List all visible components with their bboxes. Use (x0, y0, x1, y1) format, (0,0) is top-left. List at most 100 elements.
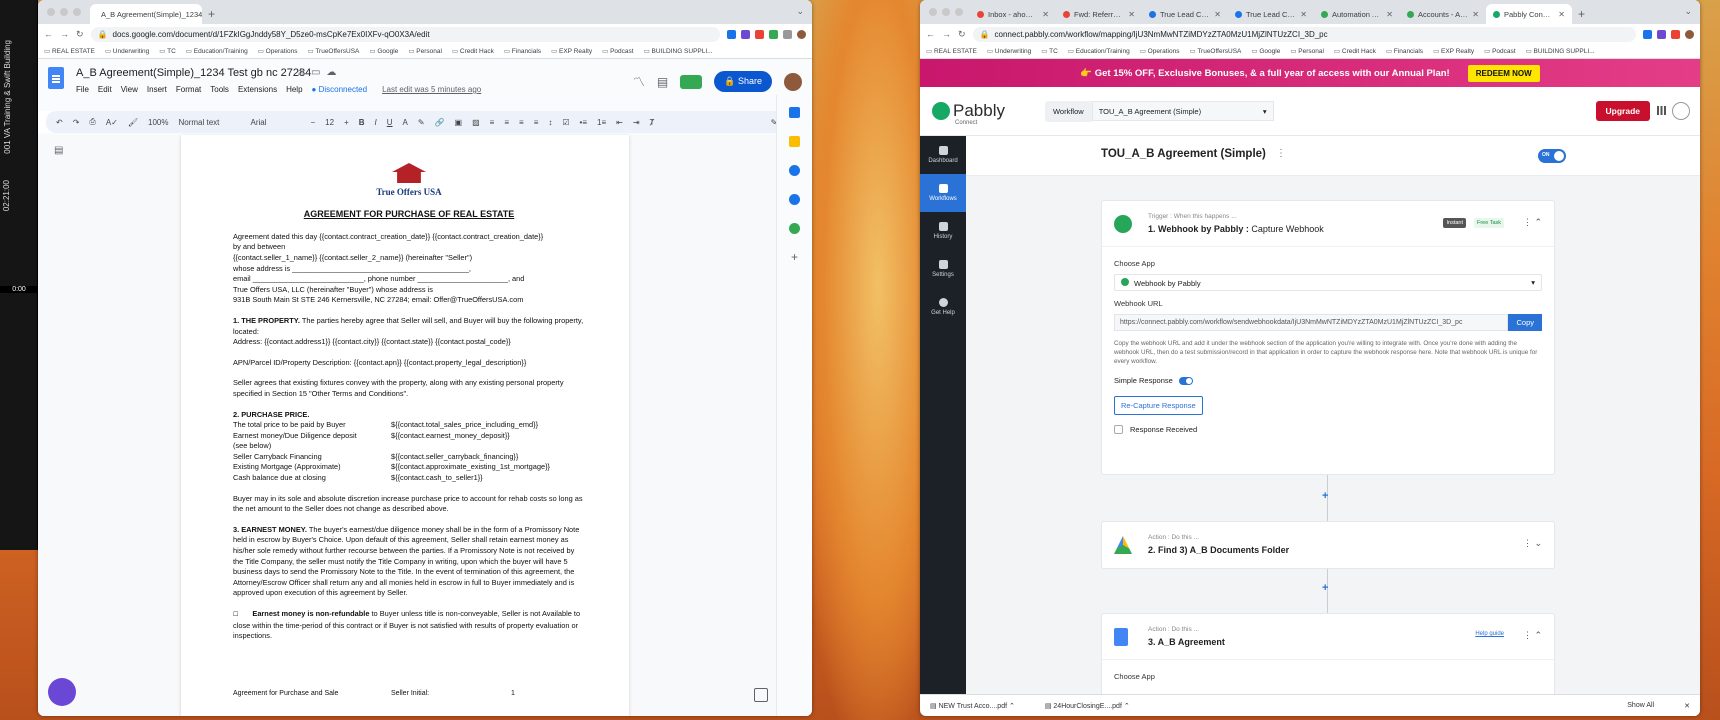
browser-tab[interactable]: Pabbly Connect ✕ (1486, 4, 1572, 24)
disconnected-status[interactable]: ● Disconnected (312, 85, 368, 94)
menu-item-edit[interactable]: Edit (98, 85, 112, 94)
document-page[interactable]: True Offers USA AGREEMENT FOR PURCHASE O… (181, 135, 629, 716)
align-left-icon[interactable]: ≡ (490, 118, 495, 127)
bold-icon[interactable]: B (359, 118, 365, 127)
browser-tab[interactable]: Fwd: Referral - ericd... ✕ (1056, 4, 1142, 24)
move-folder-icon[interactable]: ▭ (311, 67, 320, 78)
action-card-find-folder[interactable]: Action : Do this ... 2. Find 3) A_B Docu… (1101, 521, 1555, 569)
pabbly-logo[interactable]: Pabbly Connect (932, 101, 1005, 126)
undo-icon[interactable]: ↶ (56, 118, 63, 127)
indent-increase-icon[interactable]: ⇥ (633, 118, 640, 127)
bookmark-item[interactable]: ▭ Personal (1290, 47, 1324, 55)
last-edit-link[interactable]: Last edit was 5 minutes ago (382, 85, 481, 94)
menu-item-help[interactable]: Help (286, 85, 302, 94)
document-title[interactable]: A_B Agreement(Simple)_1234 Test gb nc 27… (76, 67, 311, 79)
bookmark-item[interactable]: ▭ Underwriting (105, 47, 149, 55)
extension-icon[interactable] (727, 29, 736, 39)
user-avatar[interactable] (1672, 102, 1690, 120)
bookmark-item[interactable]: ▭ Education/Training (1068, 47, 1130, 55)
redeem-now-button[interactable]: REDEEM NOW (1467, 64, 1540, 82)
highlight-icon[interactable]: ✎ (418, 118, 425, 127)
maps-icon[interactable] (789, 223, 800, 234)
activity-trend-icon[interactable]: 〽 (633, 73, 645, 90)
workflow-name[interactable]: TOU_A_B Agreement (Simple) (1101, 148, 1266, 160)
upgrade-button[interactable]: Upgrade (1595, 101, 1650, 121)
clear-format-icon[interactable]: Ⱦ (650, 118, 655, 127)
close-tab-icon[interactable]: ✕ (1386, 10, 1393, 19)
font-select[interactable]: Arial (250, 118, 300, 127)
trigger-card-header[interactable]: Trigger : When this happens ... 1. Webho… (1102, 201, 1554, 247)
bookmark-item[interactable]: ▭ Financials (504, 47, 541, 55)
download-item[interactable]: ▤ 24HourClosingE....pdf ⌃ (1045, 702, 1130, 710)
choose-app-select[interactable]: Webhook by Pabbly ▾ (1114, 274, 1542, 291)
menu-item-insert[interactable]: Insert (147, 85, 167, 94)
indent-decrease-icon[interactable]: ⇤ (616, 118, 623, 127)
browser-tab[interactable]: Automation Agreeme... ✕ (1314, 4, 1400, 24)
add-step-icon[interactable]: + (1322, 490, 1328, 502)
bullet-list-icon[interactable]: •≡ (580, 118, 587, 127)
bookmark-item[interactable]: ▭ TrueOffersUSA (307, 47, 359, 55)
action-menu-icon[interactable]: ⋮ ⌃ (1523, 630, 1542, 641)
keep-icon[interactable] (789, 136, 800, 147)
browser-tab[interactable]: Accounts - Apps ✕ (1400, 4, 1486, 24)
pabbly-url-bar[interactable]: 🔒 connect.pabbly.com/workflow/mapping/Ij… (972, 26, 1636, 42)
add-step-icon[interactable]: + (1322, 582, 1328, 594)
webhook-url-field[interactable]: https://connect.pabbly.com/workflow/send… (1114, 314, 1509, 331)
close-downloads-icon[interactable]: ✕ (1684, 702, 1690, 710)
action-menu-icon[interactable]: ⋮ ⌄ (1523, 538, 1542, 549)
extension-icon[interactable] (741, 29, 750, 39)
font-size-increase-icon[interactable]: + (344, 118, 349, 127)
profile-avatar[interactable] (1685, 29, 1694, 39)
copy-button[interactable]: Copy (1508, 314, 1542, 331)
nav-history[interactable]: History (920, 212, 966, 250)
nav-settings[interactable]: Settings (920, 250, 966, 288)
meet-icon[interactable] (680, 74, 703, 89)
close-tab-icon[interactable]: ✕ (1128, 10, 1135, 19)
underline-icon[interactable]: U (387, 118, 393, 127)
bookmark-item[interactable]: ▭ BUILDING SUPPLI... (644, 47, 713, 55)
reload-icon[interactable]: ↻ (76, 29, 84, 40)
bookmark-item[interactable]: ▭ EXP Realty (1433, 47, 1474, 55)
nav-workflows[interactable]: Workflows (920, 174, 966, 212)
font-size-input[interactable]: 12 (325, 118, 334, 127)
link-icon[interactable]: 🔗 (435, 118, 445, 127)
redo-icon[interactable]: ↷ (73, 118, 80, 127)
bookmark-item[interactable]: ▭ TC (1041, 47, 1058, 55)
tab-search-chevron-icon[interactable]: ⌄ (796, 6, 804, 17)
get-addons-icon[interactable]: + (789, 251, 800, 263)
bookmark-item[interactable]: ▭ EXP Realty (551, 47, 592, 55)
cloud-status-icon[interactable]: ☁ (326, 67, 336, 78)
tab-search-chevron-icon[interactable]: ⌄ (1684, 6, 1692, 17)
menu-item-tools[interactable]: Tools (210, 85, 229, 94)
menu-item-view[interactable]: View (121, 85, 138, 94)
close-tab-icon[interactable]: ✕ (1300, 10, 1307, 19)
close-tab-icon[interactable]: ✕ (1472, 10, 1479, 19)
workflow-options-icon[interactable]: ⋮ (1276, 148, 1286, 159)
bookmark-item[interactable]: ▭ BUILDING SUPPLI... (1526, 47, 1595, 55)
forward-icon[interactable]: → (60, 29, 69, 39)
back-icon[interactable]: ← (926, 29, 935, 39)
zoom-select[interactable]: 100% (148, 118, 168, 127)
style-select[interactable]: Normal text (178, 118, 240, 127)
bookmark-item[interactable]: ▭ REAL ESTATE (926, 47, 977, 55)
bookmark-item[interactable]: ▭ TrueOffersUSA (1189, 47, 1241, 55)
paint-format-icon[interactable]: 🖌 (128, 118, 138, 127)
checkbox-icon[interactable]: ☐ (233, 612, 238, 618)
bookmark-item[interactable]: ▭ Credit Hack (452, 47, 494, 55)
extension-icon[interactable] (1657, 29, 1666, 39)
new-tab-button[interactable]: + (202, 4, 221, 24)
download-item[interactable]: ▤ NEW Trust Acco....pdf ⌃ (930, 702, 1015, 710)
show-all-downloads-button[interactable]: Show All (1627, 702, 1654, 709)
window-controls[interactable] (929, 8, 963, 16)
share-button[interactable]: 🔒 Share (714, 71, 772, 92)
italic-icon[interactable]: I (375, 118, 377, 127)
bookmark-item[interactable]: ▭ Education/Training (186, 47, 248, 55)
reload-icon[interactable]: ↻ (958, 29, 966, 40)
bookmark-item[interactable]: ▭ Google (369, 47, 398, 55)
response-received-row[interactable]: Response Received (1114, 425, 1542, 434)
bookmark-item[interactable]: ▭ REAL ESTATE (44, 47, 95, 55)
help-guide-link[interactable]: Help guide (1475, 631, 1504, 637)
screen-recorder-fab[interactable] (48, 678, 76, 706)
close-tab-icon[interactable]: ✕ (1558, 10, 1565, 19)
profile-avatar[interactable] (797, 29, 806, 39)
